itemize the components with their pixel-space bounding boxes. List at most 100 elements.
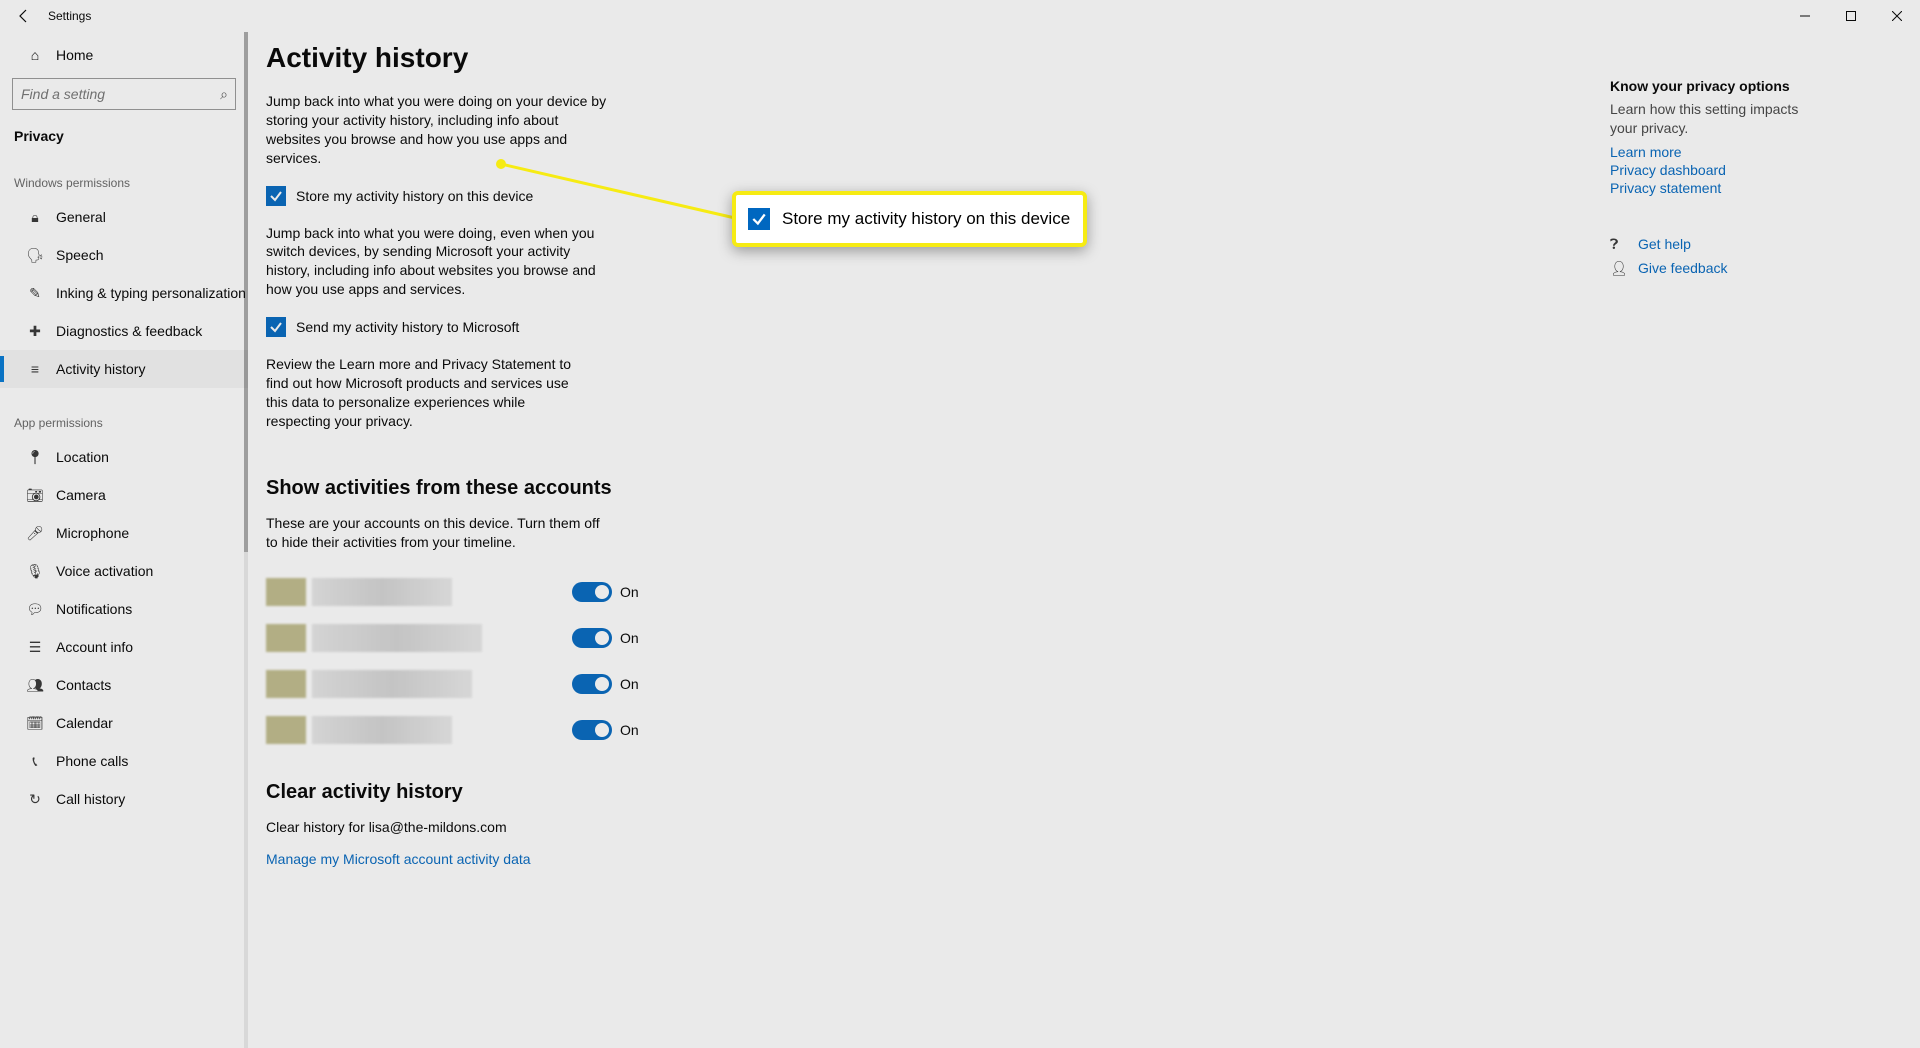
maximize-button[interactable]	[1828, 0, 1874, 32]
sidebar-item-notifications[interactable]: 💬︎Notifications	[0, 590, 248, 628]
history-icon: ≡	[26, 361, 44, 377]
give-feedback-label: Give feedback	[1638, 260, 1728, 276]
window-controls	[1782, 0, 1920, 32]
account-toggle[interactable]	[572, 582, 612, 602]
sidebar-item-account-info[interactable]: ☰Account info	[0, 628, 248, 666]
sidebar-item-inking[interactable]: ✎Inking & typing personalization	[0, 274, 248, 312]
feedback-icon: 👤︎	[1610, 260, 1626, 277]
account-name-redacted	[312, 624, 482, 652]
toggle-state: On	[620, 630, 639, 646]
search-icon: ⌕	[220, 86, 228, 103]
calendar-icon: 🗓︎	[26, 715, 44, 732]
clear-history-text: Clear history for lisa@the-mildons.com	[266, 818, 666, 837]
sidebar-item-contacts[interactable]: 👥︎Contacts	[0, 666, 248, 704]
callhist-icon: ↻	[26, 791, 44, 808]
link-privacy-dashboard[interactable]: Privacy dashboard	[1610, 162, 1884, 178]
aside-desc: Learn how this setting impacts your priv…	[1610, 100, 1800, 138]
sidebar-home-label: Home	[56, 47, 93, 63]
sidebar-item-activity-history[interactable]: ≡Activity history	[0, 350, 248, 388]
checkbox-store-label: Store my activity history on this device	[296, 188, 533, 204]
location-icon: 📍︎	[26, 449, 44, 466]
toggle-state: On	[620, 584, 639, 600]
camera-icon: 📷︎	[26, 487, 44, 504]
sidebar-item-microphone[interactable]: 🎤︎Microphone	[0, 514, 248, 552]
get-help-label: Get help	[1638, 236, 1691, 252]
link-privacy-statement[interactable]: Privacy statement	[1610, 180, 1884, 196]
sidebar-item-speech[interactable]: 🗣︎Speech	[0, 236, 248, 274]
account-avatar-redacted	[266, 624, 306, 652]
content-area: Activity history Jump back into what you…	[248, 32, 1920, 1048]
window-title: Settings	[48, 9, 91, 23]
contacts-icon: 👥︎	[26, 677, 44, 694]
callout-checkbox-icon	[748, 208, 770, 230]
aside-column: Know your privacy options Learn how this…	[1610, 42, 1920, 1048]
search-input[interactable]	[12, 78, 236, 110]
give-feedback-link[interactable]: 👤︎ Give feedback	[1610, 260, 1884, 278]
account-name-redacted	[312, 716, 452, 744]
accounts-list: On On On On	[266, 569, 956, 753]
mic-icon: 🎤︎	[26, 525, 44, 542]
sidebar-home[interactable]: ⌂ Home	[0, 36, 248, 74]
account-row: On	[266, 615, 956, 661]
sidebar-item-general[interactable]: 🔒︎General	[0, 198, 248, 236]
account-avatar-redacted	[266, 670, 306, 698]
lock-icon: 🔒︎	[26, 209, 44, 226]
sidebar-group-app-permissions: App permissions	[0, 388, 248, 438]
account-name-redacted	[312, 670, 472, 698]
sidebar-group-windows-permissions: Windows permissions	[0, 148, 248, 198]
get-help-link[interactable]: ❓︎ Get help	[1610, 236, 1884, 254]
checkbox-send-activity[interactable]: Send my activity history to Microsoft	[266, 317, 956, 337]
sidebar-item-phone-calls[interactable]: 📞︎Phone calls	[0, 742, 248, 780]
back-arrow-icon	[16, 8, 32, 24]
sidebar-scrollbar-thumb[interactable]	[244, 32, 248, 552]
help-icon: ❓︎	[1610, 236, 1626, 253]
account-row: On	[266, 661, 956, 707]
account-row: On	[266, 569, 956, 615]
desc-review: Review the Learn more and Privacy Statem…	[266, 355, 586, 431]
account-toggle[interactable]	[572, 674, 612, 694]
account-toggle[interactable]	[572, 628, 612, 648]
subheading-accounts: Show activities from these accounts	[266, 477, 956, 500]
desc-store: Jump back into what you were doing on yo…	[266, 92, 611, 168]
annotation-callout: Store my activity history on this device	[732, 191, 1087, 247]
subheading-clear: Clear activity history	[266, 781, 956, 804]
diag-icon: ✚	[26, 323, 44, 340]
account-toggle[interactable]	[572, 720, 612, 740]
ink-icon: ✎	[26, 285, 44, 302]
account-name-redacted	[312, 578, 452, 606]
sidebar-item-call-history[interactable]: ↻Call history	[0, 780, 248, 818]
checkbox-icon	[266, 186, 286, 206]
sidebar-item-camera[interactable]: 📷︎Camera	[0, 476, 248, 514]
titlebar: Settings	[0, 0, 1920, 32]
voice-icon: 🎙︎	[26, 563, 44, 580]
toggle-state: On	[620, 722, 639, 738]
speech-icon: 🗣︎	[26, 247, 44, 264]
toggle-state: On	[620, 676, 639, 692]
sidebar: ⌂ Home ⌕ Privacy Windows permissions 🔒︎G…	[0, 32, 248, 1048]
checkbox-icon	[266, 317, 286, 337]
sidebar-scrollbar-track[interactable]	[244, 32, 248, 1048]
aside-heading: Know your privacy options	[1610, 78, 1884, 94]
account-icon: ☰	[26, 639, 44, 656]
callout-text: Store my activity history on this device	[782, 209, 1070, 229]
page-title: Activity history	[266, 42, 956, 74]
back-button[interactable]	[8, 0, 40, 32]
sidebar-item-calendar[interactable]: 🗓︎Calendar	[0, 704, 248, 742]
account-row: On	[266, 707, 956, 753]
account-avatar-redacted	[266, 578, 306, 606]
desc-send: Jump back into what you were doing, even…	[266, 224, 601, 300]
phone-icon: 📞︎	[26, 753, 44, 770]
minimize-button[interactable]	[1782, 0, 1828, 32]
desc-accounts: These are your accounts on this device. …	[266, 514, 611, 552]
sidebar-item-diagnostics[interactable]: ✚Diagnostics & feedback	[0, 312, 248, 350]
home-icon: ⌂	[26, 47, 44, 63]
close-button[interactable]	[1874, 0, 1920, 32]
sidebar-section-privacy: Privacy	[0, 110, 248, 148]
account-avatar-redacted	[266, 716, 306, 744]
link-learn-more[interactable]: Learn more	[1610, 144, 1884, 160]
manage-account-data-link[interactable]: Manage my Microsoft account activity dat…	[266, 851, 531, 867]
sidebar-item-voice-activation[interactable]: 🎙︎Voice activation	[0, 552, 248, 590]
sidebar-item-location[interactable]: 📍︎Location	[0, 438, 248, 476]
checkbox-send-label: Send my activity history to Microsoft	[296, 319, 519, 335]
notif-icon: 💬︎	[26, 601, 44, 618]
